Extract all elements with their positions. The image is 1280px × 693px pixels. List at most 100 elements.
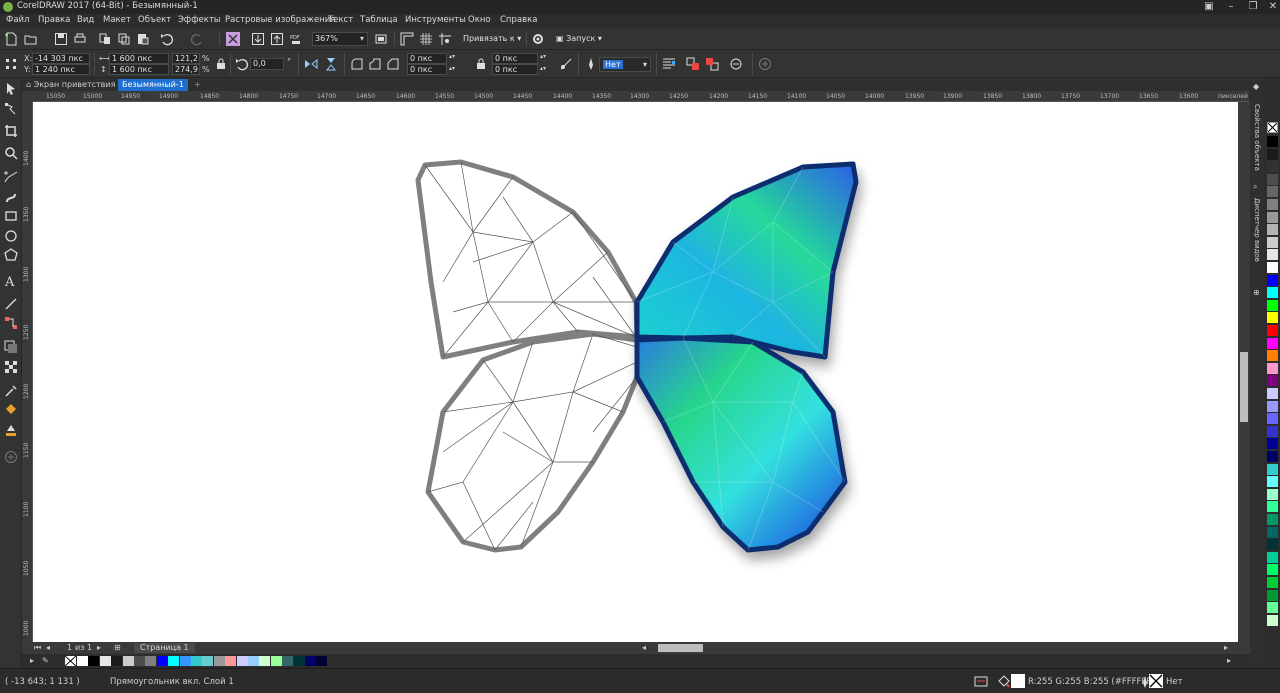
document-color-swatch[interactable] — [236, 656, 248, 666]
document-color-swatch[interactable] — [259, 656, 271, 666]
eyedropper-icon[interactable] — [4, 384, 18, 398]
fill-bucket-icon[interactable] — [997, 675, 1011, 689]
color-swatch[interactable] — [1267, 224, 1278, 236]
color-swatch[interactable] — [1267, 274, 1278, 286]
lock-corners-icon[interactable] — [474, 57, 488, 71]
close-button[interactable]: ✕ — [1262, 0, 1280, 14]
artistic-media-icon[interactable] — [4, 190, 18, 204]
color-swatch[interactable] — [1267, 539, 1278, 551]
object-properties-tab[interactable]: Свойства объекта — [1253, 104, 1261, 171]
right-wing-color[interactable] — [634, 161, 859, 553]
prev-page-button[interactable]: ◂ — [46, 643, 50, 652]
text-tool-icon[interactable]: A — [4, 274, 18, 288]
document-color-swatch[interactable] — [282, 656, 294, 666]
color-swatch[interactable] — [1267, 577, 1278, 588]
color-swatch[interactable] — [1267, 199, 1278, 210]
color-swatch[interactable] — [1267, 501, 1278, 513]
save-icon[interactable] — [54, 32, 68, 46]
menu-file[interactable]: Файл — [6, 15, 29, 25]
color-swatch[interactable] — [1267, 451, 1278, 462]
polygon-tool-icon[interactable] — [4, 248, 18, 262]
color-swatch[interactable] — [1267, 249, 1278, 261]
convert-to-curves-icon[interactable] — [729, 57, 743, 71]
vertical-scrollbar[interactable] — [1238, 102, 1250, 642]
mirror-vertical-icon[interactable] — [324, 57, 338, 71]
new-tab-button[interactable]: + — [190, 79, 205, 91]
color-swatch[interactable] — [1267, 211, 1278, 223]
outline-width-dropdown[interactable]: Нет ▾ — [599, 57, 651, 72]
color-swatch[interactable] — [1267, 148, 1278, 160]
corner-radius-top-left[interactable]: 0 пкс — [407, 53, 447, 64]
color-swatch[interactable] — [1267, 413, 1278, 425]
color-swatch[interactable] — [1267, 312, 1278, 324]
menu-effects[interactable]: Эффекты — [178, 15, 221, 25]
first-page-button[interactable]: ⏮ — [34, 643, 41, 653]
zoom-tool-icon[interactable] — [4, 146, 18, 160]
vertical-ruler[interactable]: 1400 1350 1300 1250 1200 1150 1100 1050 … — [22, 102, 33, 642]
options-gear-icon[interactable] — [531, 32, 545, 46]
color-swatch[interactable] — [1267, 551, 1278, 563]
text-wrap-icon[interactable] — [662, 57, 676, 71]
scale-y-field[interactable]: 274,9 — [172, 64, 200, 75]
scroll-right-arrow[interactable]: ▸ — [1224, 643, 1228, 652]
color-swatch[interactable] — [1267, 438, 1278, 450]
document-color-swatch[interactable] — [179, 656, 191, 666]
menu-window[interactable]: Окно — [468, 15, 491, 25]
corner-radius-bottom-right[interactable]: 0 пкс — [492, 64, 538, 75]
launch-dropdown[interactable]: ▣ Запуск ▾ — [553, 32, 615, 48]
grid-icon[interactable] — [419, 32, 433, 46]
rulers-icon[interactable] — [400, 32, 414, 46]
full-screen-icon[interactable] — [374, 32, 388, 46]
rotation-icon[interactable] — [235, 57, 249, 71]
document-color-swatch[interactable] — [111, 656, 123, 666]
color-swatch[interactable] — [1267, 400, 1278, 412]
rotation-angle-field[interactable]: 0,0 — [250, 58, 284, 70]
next-page-button[interactable]: ▸ — [97, 643, 101, 652]
chamfered-corner-icon[interactable] — [386, 57, 400, 71]
color-swatch[interactable] — [1267, 589, 1278, 601]
document-color-swatch[interactable] — [293, 656, 305, 666]
rectangle-tool-icon[interactable] — [4, 209, 18, 223]
color-swatch[interactable] — [1267, 375, 1278, 387]
document-color-swatch[interactable] — [191, 656, 202, 666]
document-color-swatch[interactable] — [213, 656, 225, 666]
palette-menu-arrow[interactable]: ▸ — [30, 656, 34, 665]
color-swatch[interactable] — [1267, 476, 1278, 488]
scale-x-field[interactable]: 121,2 — [172, 53, 200, 64]
docker-add-icon[interactable]: ⊕ — [1253, 288, 1260, 297]
color-swatch[interactable] — [1267, 325, 1278, 336]
horizontal-scroll-thumb[interactable] — [658, 644, 703, 652]
paste-icon[interactable] — [136, 32, 150, 46]
menu-bitmaps[interactable]: Растровые изображения — [225, 15, 335, 25]
x-position-field[interactable]: -14 303 пкс — [32, 53, 90, 64]
to-back-icon[interactable] — [705, 57, 719, 71]
color-swatch[interactable] — [1267, 287, 1278, 299]
parallel-dimension-icon[interactable] — [4, 297, 18, 311]
open-icon[interactable] — [24, 32, 38, 46]
horizontal-ruler[interactable]: 15050 15000 14950 14900 14850 14800 1475… — [33, 91, 1249, 102]
snap-to-dropdown[interactable]: Привязать к ▾ — [460, 32, 522, 48]
fill-color-swatch[interactable] — [1011, 674, 1025, 688]
cut-icon[interactable] — [98, 32, 112, 46]
vertical-scroll-thumb[interactable] — [1240, 352, 1248, 422]
document-color-swatch[interactable] — [202, 656, 214, 666]
document-color-swatch[interactable] — [99, 656, 111, 666]
color-swatch[interactable] — [1267, 388, 1278, 399]
menu-object[interactable]: Объект — [138, 15, 171, 25]
document-color-swatch[interactable] — [248, 656, 259, 666]
eyedropper-icon[interactable]: ✎ — [42, 656, 49, 665]
document-color-swatch[interactable] — [270, 656, 282, 666]
color-swatch[interactable] — [1267, 425, 1278, 437]
color-swatch[interactable] — [1267, 614, 1278, 626]
document-color-swatch[interactable] — [88, 656, 100, 666]
menu-view[interactable]: Вид — [77, 15, 94, 25]
add-tool-icon[interactable] — [4, 450, 18, 464]
color-swatch[interactable] — [1267, 236, 1278, 248]
color-swatch[interactable] — [1267, 350, 1278, 362]
smart-fill-icon[interactable] — [4, 423, 18, 437]
color-swatch[interactable] — [1267, 337, 1278, 349]
scroll-left-arrow[interactable]: ◂ — [642, 643, 646, 652]
document-color-swatch[interactable] — [145, 656, 157, 666]
transparency-icon[interactable] — [4, 360, 18, 374]
document-color-swatch[interactable] — [168, 656, 180, 666]
